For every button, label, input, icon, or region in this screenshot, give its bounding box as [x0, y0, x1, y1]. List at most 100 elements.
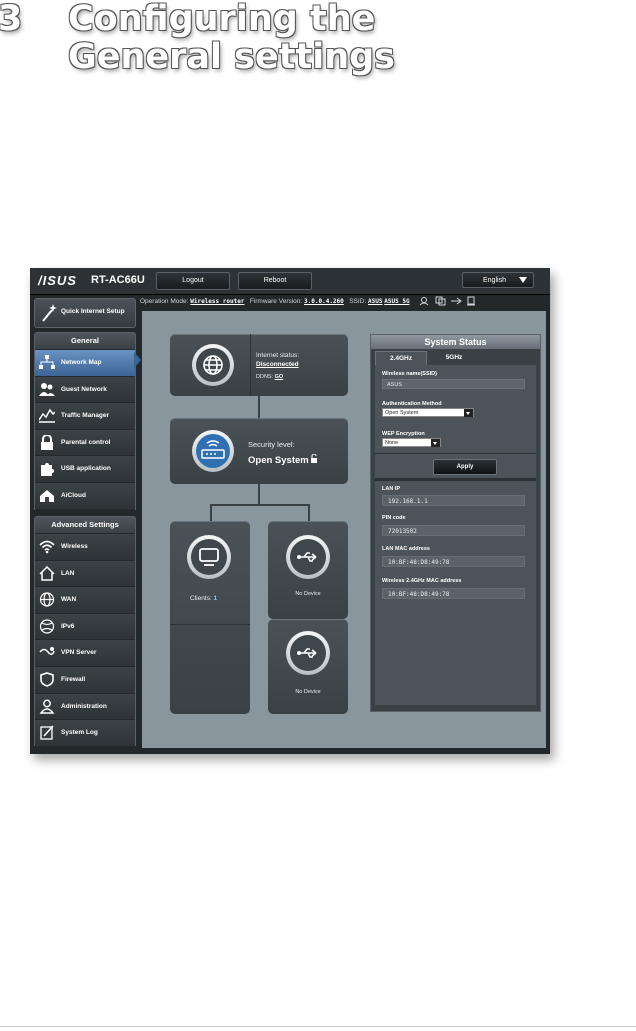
pin-code-value: 72013502: [382, 525, 525, 536]
auth-method-label: Authentication Method: [382, 401, 442, 407]
log-icon: [40, 725, 54, 740]
globe-icon: [39, 592, 55, 607]
sidebar-item-label: Wireless: [61, 543, 88, 550]
connector-line: [258, 484, 260, 504]
sidebar-item-label: AiCloud: [61, 491, 86, 499]
sidebar-item-label: System Log: [61, 729, 98, 737]
connector-line: [210, 504, 310, 506]
router-security-card[interactable]: Security level: Open System: [170, 418, 348, 484]
language-select[interactable]: English: [462, 272, 534, 288]
lan-mac-value: 10:BF:48:D8:49:78: [382, 556, 525, 567]
quick-internet-setup-button[interactable]: Quick Internet Setup: [34, 298, 136, 328]
status-icons: [420, 296, 476, 306]
info-bar: Operation Mode: Wireless router Firmware…: [140, 295, 550, 309]
sidebar-item-firewall[interactable]: Firewall: [35, 666, 135, 694]
internet-status-link[interactable]: Disconnected: [256, 361, 299, 368]
sidebar-item-label: VPN Server: [61, 649, 97, 657]
tab-5ghz[interactable]: 5GHz: [429, 351, 479, 365]
shield-icon: [40, 672, 54, 687]
usb-status-1: No Device: [295, 591, 321, 597]
internet-status-card[interactable]: Internet status: Disconnected DDNS: GO: [170, 334, 348, 396]
chevron-down-icon: [519, 277, 527, 283]
wireless-mac-label: Wireless 2.4GHz MAC address: [382, 578, 462, 584]
sidebar-item-aicloud[interactable]: AiCloud: [35, 482, 135, 510]
clients-button[interactable]: [187, 535, 231, 579]
clients-count[interactable]: 1: [214, 595, 218, 602]
magic-wand-icon: [42, 304, 57, 322]
ssid-label: SSID:: [349, 298, 367, 305]
sidebar-item-label: LAN: [61, 569, 75, 577]
sidebar-item-wireless[interactable]: Wireless: [35, 534, 135, 561]
internet-globe-button[interactable]: [192, 344, 234, 386]
tab-2-4ghz[interactable]: 2.4GHz: [375, 351, 427, 366]
clients-card[interactable]: Clients: 1: [170, 521, 250, 714]
sidebar-item-ipv6[interactable]: IPv6: [35, 613, 135, 641]
puzzle-icon: [41, 463, 54, 477]
internet-status-label: Internet status:: [256, 352, 299, 359]
sidebar-item-label: Administration: [61, 702, 107, 710]
logout-button[interactable]: Logout: [156, 272, 230, 290]
ipv6-globe-icon: [39, 619, 55, 634]
sidebar-item-lan[interactable]: LAN: [35, 560, 135, 588]
sidebar-item-label: Traffic Manager: [61, 412, 110, 420]
sidebar-item-network-map[interactable]: Network Map: [35, 350, 135, 377]
reboot-button[interactable]: Reboot: [238, 272, 312, 290]
router-button[interactable]: [192, 430, 234, 472]
sidebar-item-label: Parental control: [61, 438, 111, 446]
sidebar-item-vpn-server[interactable]: VPN Server: [35, 640, 135, 667]
connector-line: [258, 396, 260, 418]
chapter-number: 3: [0, 0, 23, 39]
chevron-down-icon: [431, 439, 440, 447]
connector-line: [308, 504, 310, 521]
sidebar-item-parental-control[interactable]: Parental control: [35, 429, 135, 457]
usb-button-2[interactable]: [286, 631, 330, 675]
language-label: English: [483, 277, 506, 284]
wireless-mac-value: 10:BF:48:D8:49:78: [382, 588, 525, 599]
auth-method-select[interactable]: Open System: [382, 408, 474, 417]
sidebar-item-guest-network[interactable]: Guest Network: [35, 376, 135, 404]
usb-status-2: No Device: [295, 689, 321, 695]
sidebar-item-label: USB application: [61, 465, 111, 473]
monitor-icon: [199, 548, 219, 566]
advanced-menu: Advanced Settings Wireless LAN WAN IPv6 …: [34, 516, 136, 747]
sidebar-item-label: WAN: [61, 596, 77, 604]
sidebar-item-usb-application[interactable]: USB application: [35, 456, 135, 483]
sidebar-item-traffic-manager[interactable]: Traffic Manager: [35, 403, 135, 430]
globe-icon: [203, 355, 223, 375]
chapter-title: Configuring the General settings: [68, 0, 396, 77]
sidebar-item-label: Firewall: [61, 675, 86, 683]
ddns-link[interactable]: GO: [275, 374, 284, 380]
sidebar-item-wan[interactable]: WAN: [35, 587, 135, 614]
lock-icon: [41, 434, 53, 450]
network-map-icon: [39, 355, 55, 369]
ssid-input[interactable]: ASUS: [382, 379, 525, 389]
general-menu-header: General: [35, 333, 135, 350]
security-level-label: Security level:: [248, 440, 295, 449]
usb-button-1[interactable]: [286, 535, 330, 579]
sidebar-item-label: Guest Network: [61, 385, 107, 393]
usb-card-1[interactable]: No Device: [268, 521, 348, 619]
sidebar-item-administration[interactable]: Administration: [35, 693, 135, 721]
home-icon: [39, 565, 55, 581]
ssid-link-24[interactable]: ASUS: [368, 298, 382, 305]
wep-encryption-label: WEP Encryption: [382, 431, 425, 437]
firmware-label: Firmware Version:: [249, 298, 303, 305]
op-mode-link[interactable]: Wireless router: [190, 298, 244, 305]
security-level-value: Open System: [248, 455, 309, 466]
wep-encryption-value: None: [385, 440, 399, 446]
router-icon: [201, 440, 225, 459]
lan-mac-label: LAN MAC address: [382, 546, 430, 552]
general-menu: General Network Map Guest Network Traffi…: [34, 332, 136, 510]
apply-button[interactable]: Apply: [433, 459, 497, 475]
sidebar-item-label: IPv6: [61, 622, 75, 630]
page-footer-rule: [0, 1026, 636, 1027]
asus-logo: /ISUS: [38, 273, 77, 288]
firmware-link[interactable]: 3.0.0.4.260: [304, 298, 344, 305]
wep-encryption-select[interactable]: None: [382, 438, 441, 447]
wireless-icon: [39, 540, 55, 554]
sidebar-item-system-log[interactable]: System Log: [35, 720, 135, 747]
ssid-link-5[interactable]: ASUS_5G: [384, 298, 409, 305]
usb-card-2[interactable]: No Device: [268, 619, 348, 714]
traffic-manager-icon: [39, 408, 55, 423]
connector-line: [210, 504, 212, 521]
